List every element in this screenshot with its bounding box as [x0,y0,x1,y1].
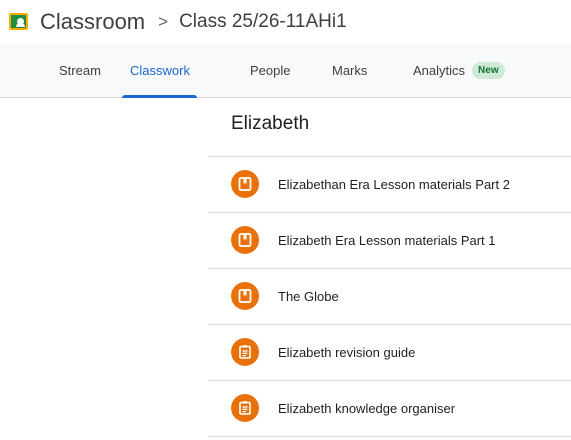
item-label: Elizabeth knowledge organiser [278,401,456,416]
assignment-icon [231,394,259,422]
tab-analytics[interactable]: Analytics New [413,44,505,97]
item-label: Elizabethan Era Lesson materials Part 2 [278,177,510,192]
breadcrumb-separator: > [158,12,169,31]
list-item[interactable]: Elizabeth revision guide [208,324,571,380]
list-item[interactable]: The Globe [208,268,571,324]
classwork-list: Elizabethan Era Lesson materials Part 2 … [208,156,571,437]
tab-classwork[interactable]: Classwork [122,44,197,98]
item-label: Elizabeth Era Lesson materials Part 1 [278,233,496,248]
topic-title: Elizabeth [231,113,310,134]
list-item[interactable]: Elizabethan Era Lesson materials Part 2 [208,156,571,212]
list-item[interactable]: Elizabeth knowledge organiser [208,380,571,437]
active-tab-indicator [122,95,197,98]
tab-people[interactable]: People [250,44,290,97]
top-header: Classroom > Class 25/26-11AHi1 [0,0,571,44]
tab-label: People [250,63,291,78]
tab-label: Analytics [413,63,466,78]
tab-label: Classwork [130,63,190,78]
class-name[interactable]: Class 25/26-11AHi1 [179,11,347,33]
assignment-icon [231,338,259,366]
app-name[interactable]: Classroom [40,9,145,35]
material-icon [231,226,259,254]
material-icon [231,170,259,198]
new-badge: New [472,62,505,79]
tab-label: Stream [59,63,101,78]
item-label: The Globe [278,289,339,304]
list-item[interactable]: Elizabeth Era Lesson materials Part 1 [208,212,571,268]
breadcrumb: Classroom > Class 25/26-11AHi1 [40,9,347,35]
item-label: Elizabeth revision guide [278,345,416,360]
material-icon [231,282,259,310]
classroom-logo-icon[interactable] [9,13,28,30]
tab-bar: Stream Classwork People Marks Analytics … [0,44,571,98]
tab-stream[interactable]: Stream [59,44,101,97]
tab-label: Marks [332,63,368,78]
tab-marks[interactable]: Marks [332,44,367,97]
